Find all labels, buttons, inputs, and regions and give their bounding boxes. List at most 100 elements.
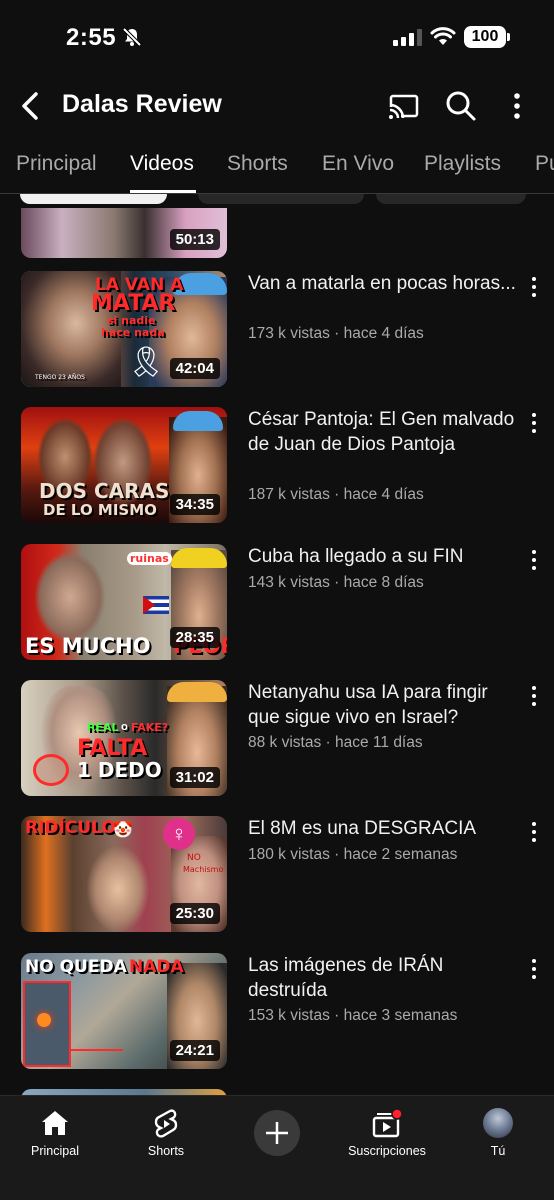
status-bar: 2:55 100 xyxy=(0,0,554,72)
video-item[interactable]: REAL O FAKE? FALTA 1 DEDO 31:02 Netanyah… xyxy=(0,680,554,798)
sort-chip[interactable] xyxy=(376,194,526,204)
video-item[interactable]: DOS CARAS DE LO MISMO 34:35 César Pantoj… xyxy=(0,407,554,525)
hand-highlight xyxy=(33,754,69,786)
video-title[interactable]: Van a matarla en pocas horas... xyxy=(248,271,518,296)
video-options-icon[interactable] xyxy=(524,411,544,439)
clown-emoji-icon: 🤡 xyxy=(113,822,133,839)
video-meta: 180 k vistas · hace 2 semanas xyxy=(248,846,458,863)
video-duration: 28:35 xyxy=(169,627,220,648)
thumb-caption: NO QUEDA xyxy=(25,957,127,977)
thumb-caption: O xyxy=(121,723,128,732)
tab-en-vivo[interactable]: En Vivo xyxy=(322,152,394,176)
video-list: 50:13 LA VAN A MATAR si nadie hace nada … xyxy=(0,208,554,1095)
thumb-caption: REAL xyxy=(87,721,119,734)
tab-publicaciones[interactable]: Pu xyxy=(535,152,554,176)
nav-tu[interactable]: Tú xyxy=(448,1104,548,1164)
video-title[interactable]: César Pantoja: El Gen malvado de Juan de… xyxy=(248,407,518,457)
thumb-caption: DOS CARAS xyxy=(39,479,170,503)
video-item[interactable]: ruinas ES MUCHO PEOR 28:35 Cuba ha llega… xyxy=(0,544,554,662)
video-duration: 42:04 xyxy=(169,358,220,379)
video-meta: 153 k vistas · hace 3 semanas xyxy=(248,1007,458,1024)
video-thumbnail[interactable]: LA VAN A MATAR si nadie hace nada TENGO … xyxy=(21,271,227,387)
thumb-caption: NADA xyxy=(129,957,184,977)
thumb-caption: hace nada xyxy=(101,326,165,339)
video-thumbnail[interactable]: ruinas ES MUCHO PEOR 28:35 xyxy=(21,544,227,660)
cast-icon[interactable] xyxy=(386,88,422,124)
thumb-caption: ES MUCHO xyxy=(25,634,151,658)
video-thumbnail[interactable]: REAL O FAKE? FALTA 1 DEDO 31:02 xyxy=(21,680,227,796)
tab-shorts[interactable]: Shorts xyxy=(227,152,288,176)
video-thumbnail[interactable]: 50:13 xyxy=(21,208,227,258)
video-title[interactable]: Netanyahu usa IA para fingir que sigue v… xyxy=(248,680,518,730)
thumb-caption: FAKE? xyxy=(131,721,169,734)
video-duration: 24:21 xyxy=(169,1040,220,1061)
nav-label: Tú xyxy=(490,1144,506,1158)
tab-playlists[interactable]: Playlists xyxy=(424,152,501,176)
tab-principal[interactable]: Principal xyxy=(16,152,97,176)
sort-chips xyxy=(0,194,554,208)
video-duration: 34:35 xyxy=(169,494,220,515)
channel-title: Dalas Review xyxy=(62,90,222,118)
active-tab-indicator xyxy=(130,190,196,193)
sort-chip-selected[interactable] xyxy=(20,194,167,204)
video-duration: 50:13 xyxy=(169,229,220,250)
video-meta: 143 k vistas · hace 8 días xyxy=(248,574,424,591)
create-button[interactable] xyxy=(254,1110,300,1156)
nav-label: Principal xyxy=(31,1144,79,1158)
thumb-caption: MATAR xyxy=(91,291,176,316)
video-options-icon[interactable] xyxy=(524,957,544,985)
shorts-icon xyxy=(154,1109,178,1138)
video-item[interactable]: NO QUEDA NADA 24:21 Las imágenes de IRÁN… xyxy=(0,953,554,1071)
video-meta: 173 k vistas · hace 4 días xyxy=(248,325,424,342)
more-options-icon[interactable] xyxy=(499,88,535,124)
video-options-icon[interactable] xyxy=(524,275,544,303)
video-title[interactable]: Las imágenes de IRÁN destruída xyxy=(248,953,518,1003)
avatar xyxy=(483,1108,513,1138)
thumb-caption: Machismo xyxy=(183,865,224,874)
bell-muted-icon xyxy=(122,27,142,47)
cell-signal-icon xyxy=(393,29,422,46)
video-thumbnail[interactable]: ♀ RIDÍCULOS 🤡 NO Machismo 25:30 xyxy=(21,816,227,932)
video-item[interactable]: 50:13 xyxy=(0,208,554,260)
nav-label: Shorts xyxy=(147,1144,185,1158)
video-meta: 88 k vistas · hace 11 días xyxy=(248,734,423,751)
nav-principal[interactable]: Principal xyxy=(5,1104,105,1164)
nav-label: Suscripciones xyxy=(348,1144,426,1158)
thumb-caption: TENGO 23 AÑOS xyxy=(35,374,85,381)
video-meta: 187 k vistas · hace 4 días xyxy=(248,486,424,503)
video-duration: 31:02 xyxy=(169,767,220,788)
video-options-icon[interactable] xyxy=(524,684,544,712)
video-thumbnail[interactable]: DOS CARAS DE LO MISMO 34:35 xyxy=(21,407,227,523)
video-thumbnail[interactable]: NO QUEDA NADA 24:21 xyxy=(21,953,227,1069)
female-symbol-icon: ♀ xyxy=(163,818,195,850)
thumb-caption: 1 DEDO xyxy=(77,758,162,782)
subscriptions-icon xyxy=(372,1108,403,1138)
plus-icon xyxy=(266,1122,288,1144)
channel-header: Dalas Review xyxy=(0,80,554,132)
nav-shorts[interactable]: Shorts xyxy=(116,1104,216,1164)
thumb-caption: si nadie xyxy=(107,314,156,327)
video-options-icon[interactable] xyxy=(524,820,544,848)
video-item[interactable]: ♀ RIDÍCULOS 🤡 NO Machismo 25:30 El 8M es… xyxy=(0,816,554,934)
sort-chip[interactable] xyxy=(198,194,364,204)
wifi-icon xyxy=(430,27,456,45)
ribbon-icon: 🎗 xyxy=(127,346,166,379)
tab-videos[interactable]: Videos xyxy=(130,152,194,176)
bottom-navigation: Principal Shorts Suscripciones Tú xyxy=(0,1095,554,1200)
video-item[interactable]: LA VAN A MATAR si nadie hace nada TENGO … xyxy=(0,271,554,389)
video-title[interactable]: El 8M es una DESGRACIA xyxy=(248,816,518,841)
thumb-caption: DE LO MISMO xyxy=(43,501,157,519)
nav-suscripciones[interactable]: Suscripciones xyxy=(337,1104,437,1164)
channel-tabs: Principal Videos Shorts En Vivo Playlist… xyxy=(0,144,554,194)
search-icon[interactable] xyxy=(443,88,479,124)
video-duration: 25:30 xyxy=(169,903,220,924)
thumb-caption: FALTA xyxy=(77,736,148,761)
back-arrow-icon[interactable] xyxy=(14,88,50,124)
video-title[interactable]: Cuba ha llegado a su FIN xyxy=(248,544,518,569)
battery-indicator: 100 xyxy=(464,26,510,48)
video-options-icon[interactable] xyxy=(524,548,544,576)
thumb-caption: ruinas xyxy=(127,552,172,565)
map-inset xyxy=(23,981,71,1067)
home-icon xyxy=(42,1111,68,1135)
thumb-caption: NO xyxy=(187,853,201,863)
